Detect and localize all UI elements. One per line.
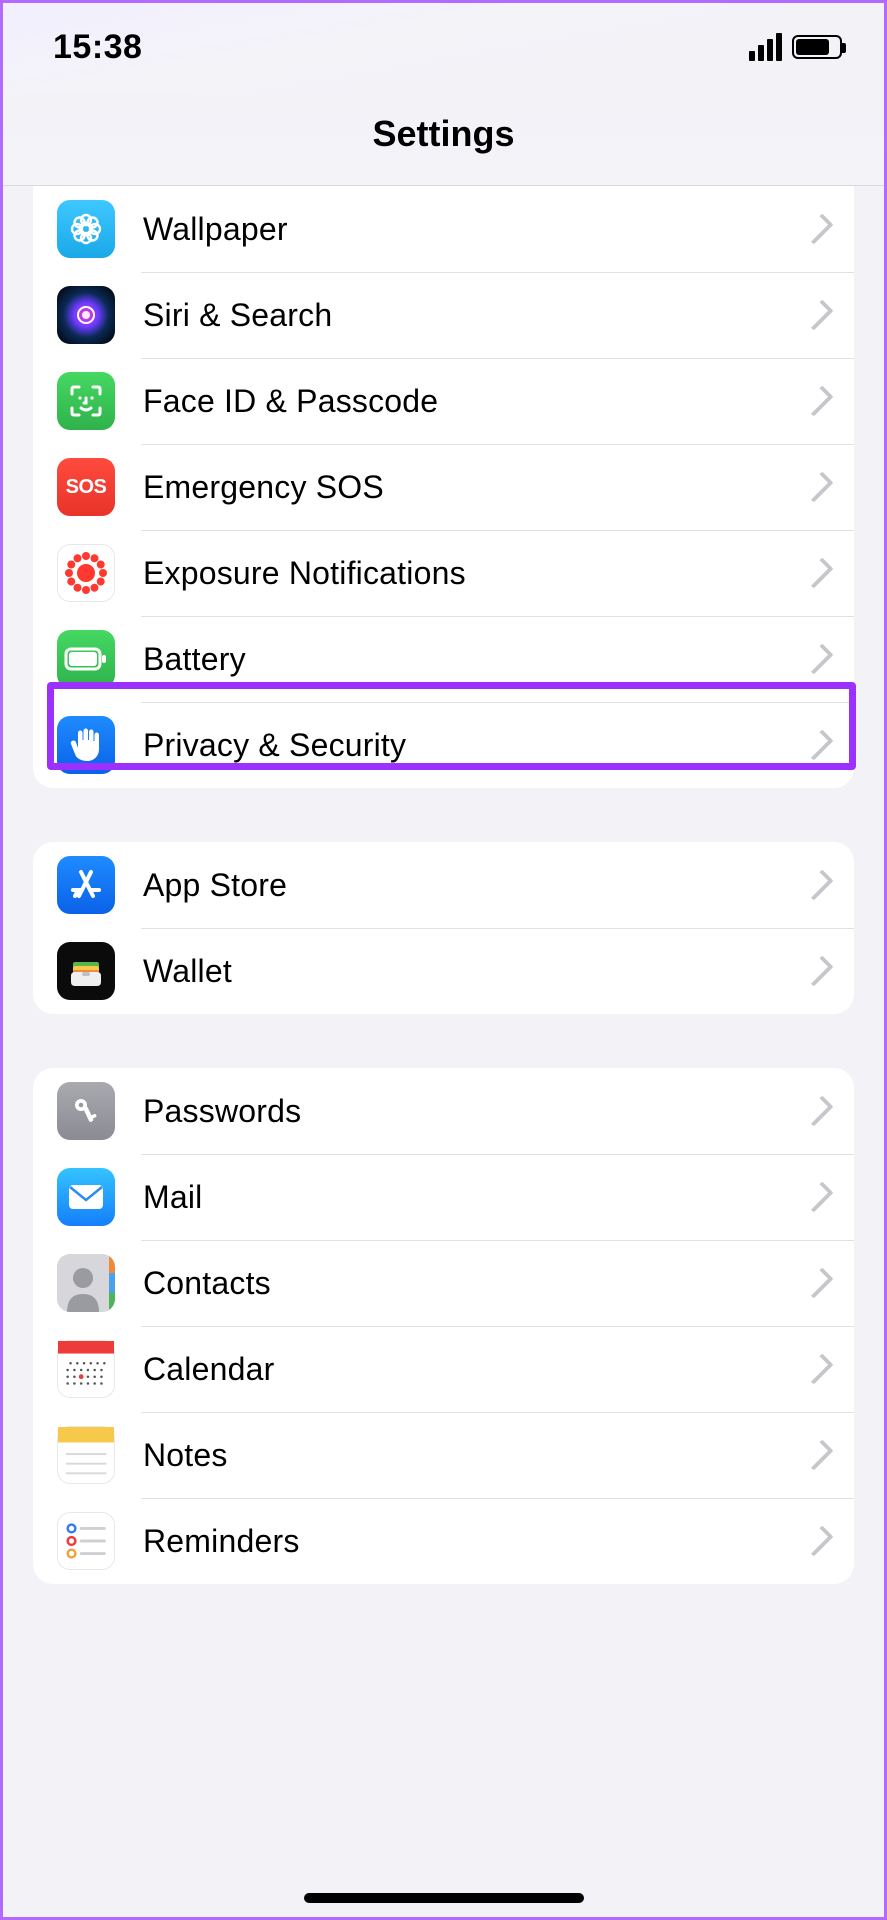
privacy-hand-icon <box>57 716 115 774</box>
row-label: Passwords <box>143 1093 810 1130</box>
status-bar: 15:38 <box>3 3 884 91</box>
settings-group-general: Wallpaper Siri & Search Face ID & Passco… <box>33 186 854 788</box>
row-app-store[interactable]: App Store <box>33 842 854 928</box>
row-label: Mail <box>143 1179 810 1216</box>
row-wallpaper[interactable]: Wallpaper <box>33 186 854 272</box>
row-notes[interactable]: Notes <box>33 1412 854 1498</box>
sos-icon: SOS <box>57 458 115 516</box>
home-indicator <box>304 1893 584 1903</box>
row-label: Face ID & Passcode <box>143 383 810 420</box>
status-indicators <box>749 33 842 61</box>
row-reminders[interactable]: Reminders <box>33 1498 854 1584</box>
siri-icon <box>57 286 115 344</box>
row-label: App Store <box>143 867 810 904</box>
status-time: 15:38 <box>53 28 142 67</box>
settings-group-store: App Store Wallet <box>33 842 854 1014</box>
row-faceid[interactable]: Face ID & Passcode <box>33 358 854 444</box>
row-emergency-sos[interactable]: SOS Emergency SOS <box>33 444 854 530</box>
row-privacy-security[interactable]: Privacy & Security <box>33 702 854 788</box>
battery-icon <box>57 630 115 688</box>
row-label: Reminders <box>143 1523 810 1560</box>
row-exposure-notifications[interactable]: Exposure Notifications <box>33 530 854 616</box>
cellular-signal-icon <box>749 33 782 61</box>
row-siri[interactable]: Siri & Search <box>33 272 854 358</box>
row-mail[interactable]: Mail <box>33 1154 854 1240</box>
wallpaper-icon <box>57 200 115 258</box>
calendar-icon <box>57 1340 115 1398</box>
mail-icon <box>57 1168 115 1226</box>
row-label: Emergency SOS <box>143 469 810 506</box>
row-battery[interactable]: Battery <box>33 616 854 702</box>
row-calendar[interactable]: Calendar <box>33 1326 854 1412</box>
contacts-icon <box>57 1254 115 1312</box>
row-wallet[interactable]: Wallet <box>33 928 854 1014</box>
app-store-icon <box>57 856 115 914</box>
row-label: Notes <box>143 1437 810 1474</box>
row-label: Battery <box>143 641 810 678</box>
row-passwords[interactable]: Passwords <box>33 1068 854 1154</box>
notes-icon <box>57 1426 115 1484</box>
exposure-icon <box>57 544 115 602</box>
wallet-icon <box>57 942 115 1000</box>
row-label: Calendar <box>143 1351 810 1388</box>
reminders-icon <box>57 1512 115 1570</box>
battery-icon <box>792 35 842 59</box>
row-label: Privacy & Security <box>143 727 810 764</box>
row-label: Siri & Search <box>143 297 810 334</box>
settings-group-apps: Passwords Mail Contacts <box>33 1068 854 1584</box>
row-label: Wallpaper <box>143 211 810 248</box>
faceid-icon <box>57 372 115 430</box>
row-contacts[interactable]: Contacts <box>33 1240 854 1326</box>
key-icon <box>57 1082 115 1140</box>
page-title: Settings <box>3 91 884 186</box>
row-label: Wallet <box>143 953 810 990</box>
row-label: Exposure Notifications <box>143 555 810 592</box>
row-label: Contacts <box>143 1265 810 1302</box>
